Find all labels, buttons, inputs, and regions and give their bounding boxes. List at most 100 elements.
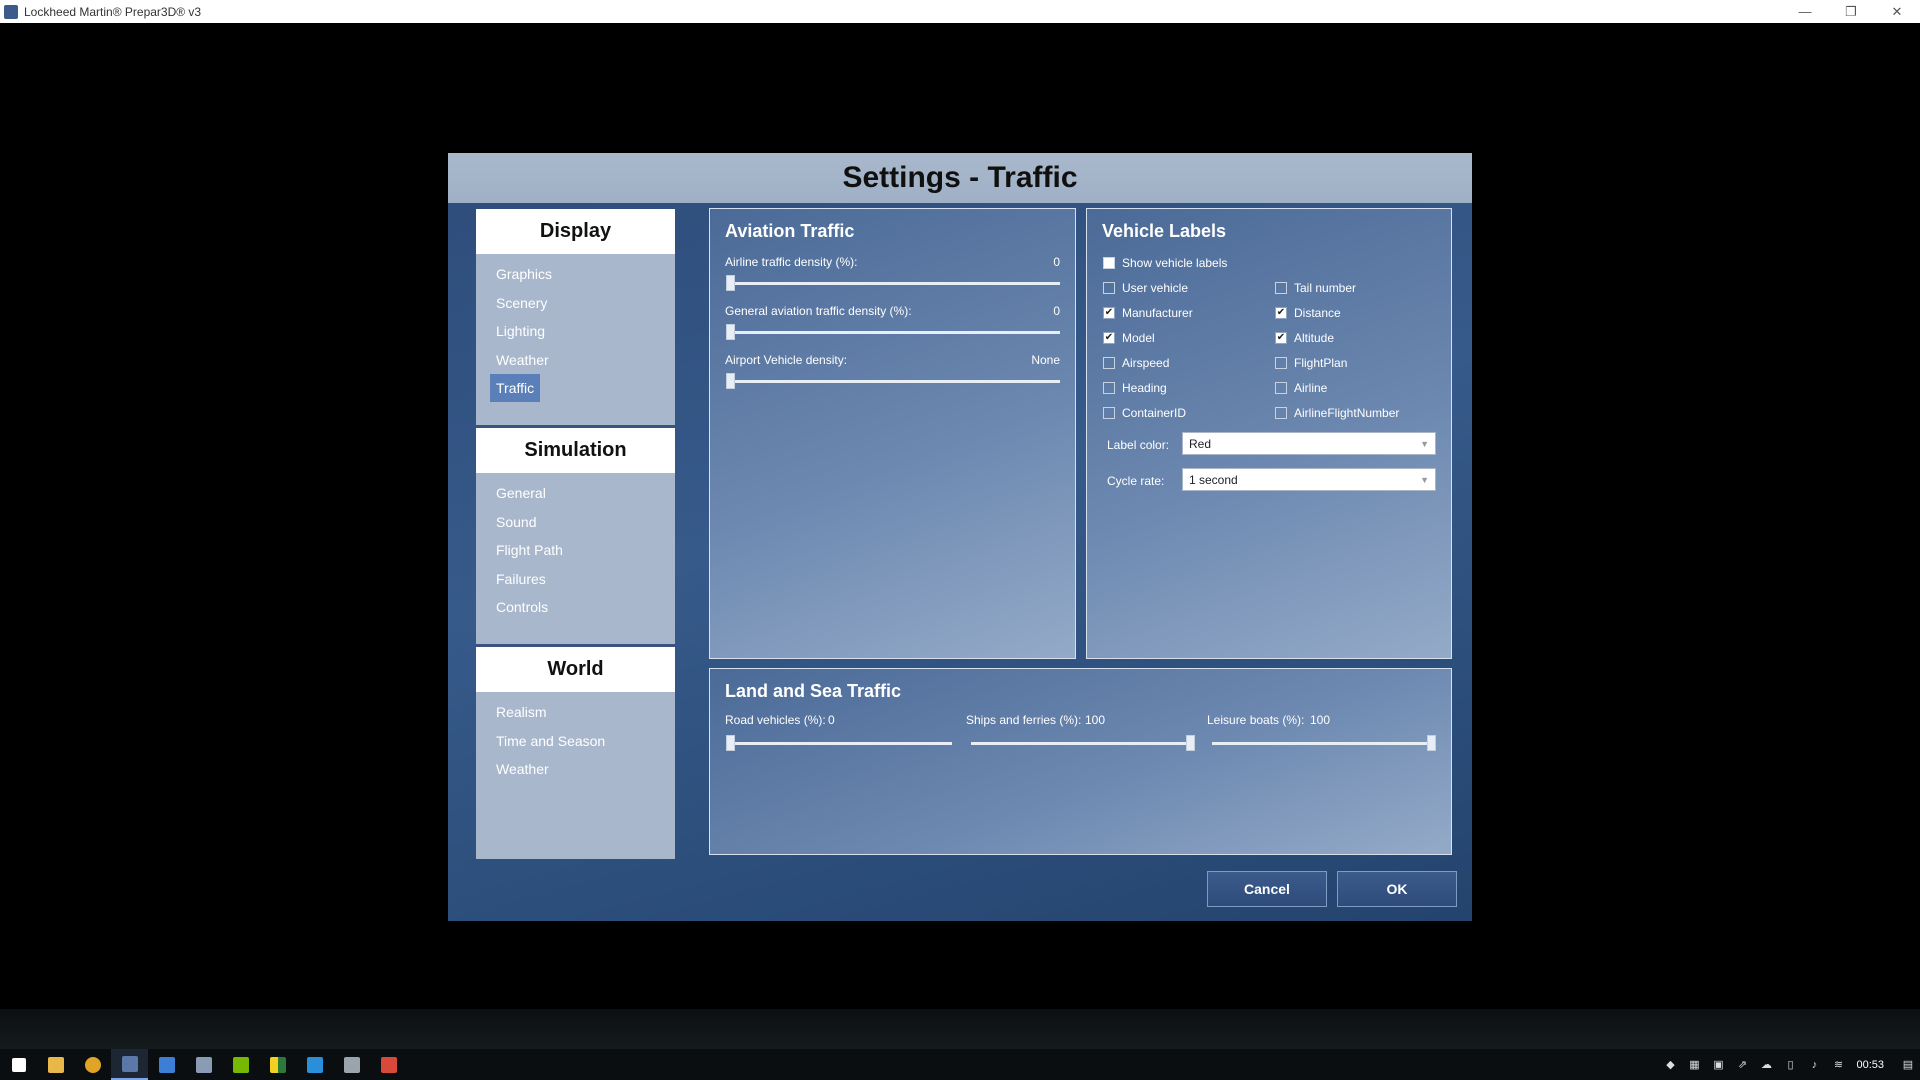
checkbox-box[interactable] xyxy=(1103,282,1115,294)
settings-nav: Display Graphics Scenery Lighting Weathe… xyxy=(476,209,675,859)
nav-heading-world: World xyxy=(476,647,675,692)
checkbox-box[interactable] xyxy=(1103,407,1115,419)
nav-item-lighting[interactable]: Lighting xyxy=(490,317,551,345)
flight-app-icon[interactable] xyxy=(148,1049,185,1080)
notification-center-icon[interactable]: ▤ xyxy=(1896,1049,1920,1080)
ga-density-label: General aviation traffic density (%): xyxy=(725,304,912,318)
distance-checkbox[interactable]: ✔ Distance xyxy=(1275,306,1341,320)
ok-button[interactable]: OK xyxy=(1337,871,1457,907)
airport-vehicle-density-slider-handle[interactable] xyxy=(726,373,735,389)
airport-vehicle-density-slider[interactable] xyxy=(730,380,1060,383)
checkbox-box[interactable] xyxy=(1103,357,1115,369)
nav-item-realism[interactable]: Realism xyxy=(490,698,553,726)
system-tray: ◆ ▦ ▣ ⇗ ☁ ▯ ♪ ≋ 00:53 ▤ xyxy=(1658,1049,1920,1080)
taskbar-clock[interactable]: 00:53 xyxy=(1856,1059,1884,1071)
road-vehicles-slider[interactable] xyxy=(730,742,952,745)
checkbox-box[interactable] xyxy=(1275,357,1287,369)
checkbox-box[interactable] xyxy=(1275,282,1287,294)
chrome-icon[interactable] xyxy=(74,1049,111,1080)
checkbox-box[interactable] xyxy=(1103,257,1115,269)
tail-number-checkbox[interactable]: Tail number xyxy=(1275,281,1356,295)
stripes-app-icon[interactable] xyxy=(259,1049,296,1080)
nav-item-general[interactable]: General xyxy=(490,479,552,507)
model-checkbox[interactable]: ✔ Model xyxy=(1103,331,1155,345)
nvidia-icon[interactable] xyxy=(222,1049,259,1080)
nav-item-world-weather[interactable]: Weather xyxy=(490,755,555,783)
show-vehicle-labels-checkbox[interactable]: Show vehicle labels xyxy=(1103,256,1227,270)
monitor-app-icon[interactable] xyxy=(185,1049,222,1080)
dialog-header: Settings - Traffic xyxy=(448,153,1472,203)
ga-density-slider[interactable] xyxy=(730,331,1060,334)
flightplan-label: FlightPlan xyxy=(1294,356,1348,370)
tray-cloud-icon[interactable]: ☁ xyxy=(1754,1049,1778,1080)
container-id-label: ContainerID xyxy=(1122,406,1187,420)
airline-flight-number-label: AirlineFlightNumber xyxy=(1294,406,1400,420)
minimize-button[interactable]: — xyxy=(1782,0,1828,23)
close-button[interactable]: ✕ xyxy=(1874,0,1920,23)
checkmark-icon[interactable]: ✔ xyxy=(1275,307,1287,319)
user-vehicle-checkbox[interactable]: User vehicle xyxy=(1103,281,1188,295)
road-vehicles-label: Road vehicles (%): xyxy=(725,713,826,727)
leisure-boats-value: 100 xyxy=(1310,713,1331,727)
cycle-rate-dropdown[interactable]: 1 second ▼ xyxy=(1182,468,1436,491)
tray-keyboard-icon[interactable]: ▦ xyxy=(1682,1049,1706,1080)
ga-density-slider-handle[interactable] xyxy=(726,324,735,340)
tail-number-label: Tail number xyxy=(1294,281,1357,295)
network-icon[interactable]: ≋ xyxy=(1826,1049,1850,1080)
airline-checkbox[interactable]: Airline xyxy=(1275,381,1327,395)
nav-item-flight-path[interactable]: Flight Path xyxy=(490,536,569,564)
app-blue-icon[interactable] xyxy=(296,1049,333,1080)
prepar3d-icon[interactable] xyxy=(111,1049,148,1080)
nav-item-sound[interactable]: Sound xyxy=(490,508,542,536)
volume-icon[interactable]: ♪ xyxy=(1802,1049,1826,1080)
tray-window-icon[interactable]: ▣ xyxy=(1706,1049,1730,1080)
checkmark-icon[interactable]: ✔ xyxy=(1275,332,1287,344)
airline-density-slider[interactable] xyxy=(730,282,1060,285)
checkmark-icon[interactable]: ✔ xyxy=(1103,332,1115,344)
heading-checkbox[interactable]: Heading xyxy=(1103,381,1167,395)
label-color-dropdown[interactable]: Red ▼ xyxy=(1182,432,1436,455)
altitude-checkbox[interactable]: ✔ Altitude xyxy=(1275,331,1334,345)
dialog-title: Settings - Traffic xyxy=(842,161,1078,194)
nav-item-traffic[interactable]: Traffic xyxy=(490,374,541,403)
road-vehicles-slider-handle[interactable] xyxy=(726,735,735,751)
leisure-boats-slider[interactable] xyxy=(1212,742,1434,745)
airspeed-label: Airspeed xyxy=(1122,356,1170,370)
app-chart-icon[interactable] xyxy=(333,1049,370,1080)
checkbox-box[interactable] xyxy=(1275,407,1287,419)
app-red-icon[interactable] xyxy=(370,1049,407,1080)
airport-vehicle-density-label: Airport Vehicle density: xyxy=(725,353,848,367)
restore-button[interactable]: ❐ xyxy=(1828,0,1874,23)
airline-flight-number-checkbox[interactable]: AirlineFlightNumber xyxy=(1275,406,1399,420)
cycle-rate-value: 1 second xyxy=(1189,472,1238,487)
model-label: Model xyxy=(1122,331,1155,345)
show-vehicle-labels-label: Show vehicle labels xyxy=(1122,256,1228,270)
leisure-boats-slider-handle[interactable] xyxy=(1427,735,1436,751)
checkbox-box[interactable] xyxy=(1275,382,1287,394)
nav-item-time-and-season[interactable]: Time and Season xyxy=(490,727,611,755)
airline-density-slider-handle[interactable] xyxy=(726,275,735,291)
ships-ferries-slider[interactable] xyxy=(971,742,1193,745)
nav-item-failures[interactable]: Failures xyxy=(490,565,552,593)
nav-heading-simulation: Simulation xyxy=(476,428,675,473)
manufacturer-checkbox[interactable]: ✔ Manufacturer xyxy=(1103,306,1193,320)
nav-item-graphics[interactable]: Graphics xyxy=(490,260,558,288)
ships-ferries-slider-handle[interactable] xyxy=(1186,735,1195,751)
leisure-boats-label: Leisure boats (%): xyxy=(1207,713,1305,727)
container-id-checkbox[interactable]: ContainerID xyxy=(1103,406,1186,420)
checkbox-box[interactable] xyxy=(1103,382,1115,394)
tray-arrows-icon[interactable]: ⇗ xyxy=(1730,1049,1754,1080)
airspeed-checkbox[interactable]: Airspeed xyxy=(1103,356,1169,370)
checkmark-icon[interactable]: ✔ xyxy=(1103,307,1115,319)
tray-app-icon[interactable]: ◆ xyxy=(1658,1049,1682,1080)
nav-item-controls[interactable]: Controls xyxy=(490,593,554,621)
nav-item-scenery[interactable]: Scenery xyxy=(490,289,553,317)
flightplan-checkbox[interactable]: FlightPlan xyxy=(1275,356,1347,370)
nav-item-weather[interactable]: Weather xyxy=(490,346,555,374)
manufacturer-label: Manufacturer xyxy=(1122,306,1193,320)
chevron-down-icon: ▼ xyxy=(1420,475,1429,485)
windows-start-icon[interactable] xyxy=(0,1049,37,1080)
tray-usb-icon[interactable]: ▯ xyxy=(1778,1049,1802,1080)
file-explorer-icon[interactable] xyxy=(37,1049,74,1080)
cancel-button[interactable]: Cancel xyxy=(1207,871,1327,907)
